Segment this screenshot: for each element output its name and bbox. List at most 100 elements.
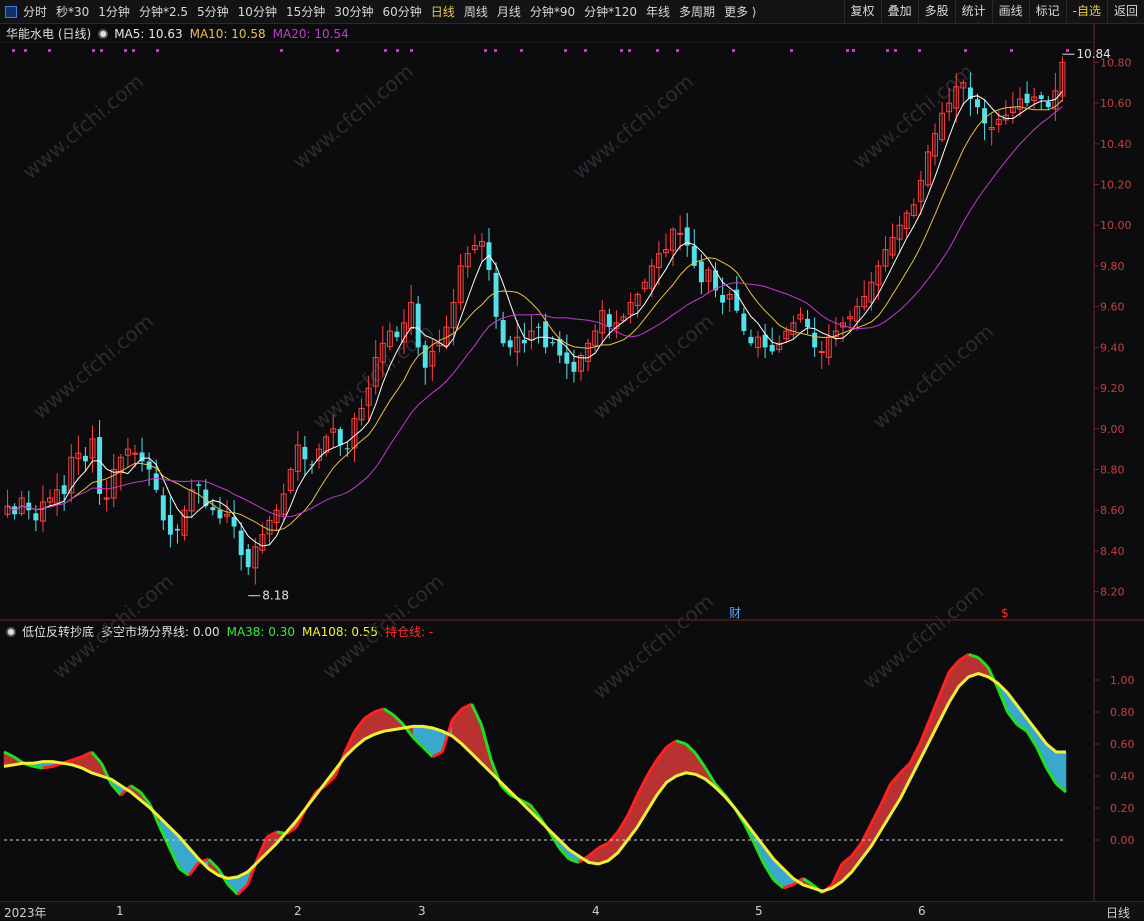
candle-body [167,515,173,535]
candle-body [769,344,775,352]
indicator-fill [676,740,687,777]
candle-body [238,530,244,555]
candle-body [975,99,980,108]
event-dollar: $ [1001,606,1009,620]
fast-line-segment [42,764,53,770]
candle-body [82,455,88,462]
signal-dot [1010,49,1013,52]
watermark-text: www.cfchi.com [848,59,978,174]
signal-dot [584,49,587,52]
watermark-text: www.cfchi.com [588,589,718,704]
candle-body [720,294,726,303]
signal-dot [484,49,487,52]
y-tick-label: 8.40 [1100,545,1125,558]
candle-body [394,331,400,338]
fast-line-segment [32,764,44,770]
candle-body [812,332,818,348]
sub-y-tick-label: 0.20 [1110,802,1135,815]
event-cai: 财 [729,606,741,620]
candle-body [564,352,570,364]
candle-body [160,495,166,521]
candle-body [606,314,612,327]
y-tick-label: 10.20 [1100,179,1132,192]
y-tick-label: 10.60 [1100,97,1132,110]
sub-y-tick-label: 0.00 [1110,834,1135,847]
chart-canvas[interactable]: www.cfchi.com www.cfchi.com www.cfchi.com w… [0,0,1144,919]
signal-dot [620,49,623,52]
signal-dot [1066,49,1069,52]
candle-body [153,473,159,490]
candle-body [231,516,237,527]
signal-dot [92,49,95,52]
candle-body [245,549,251,568]
low-marker: 8.18 [262,589,289,603]
candle-body [521,339,527,344]
candle-body [1038,95,1044,99]
signal-dot [520,49,523,52]
y-tick-label: 10.80 [1100,56,1132,69]
signal-dot [24,49,27,52]
month-label: 1 [116,904,124,918]
candle-body [493,272,499,317]
period-label: 日线 [1106,906,1131,920]
time-axis: 2023年 日线 1 2 3 4 5 6 [0,901,1144,920]
y-tick-label: 10.40 [1100,138,1132,151]
candle-body [741,313,747,332]
signal-dot [410,49,413,52]
month-label: 2 [294,904,302,918]
candle-body [344,448,350,450]
signal-dot [100,49,103,52]
candle-body [196,484,202,486]
candle-body [507,340,513,348]
signal-dot [564,49,567,52]
signal-dot [156,49,159,52]
candle-body [550,342,556,344]
candle-body [571,361,577,372]
candle-body [415,303,421,348]
candle-body [982,108,988,124]
candle-body [337,429,343,446]
watermark-text: www.cfchi.com [48,569,178,684]
month-label: 5 [755,904,763,918]
candle-body [543,321,549,348]
candle-body [422,345,428,368]
sub-y-tick-label: 0.40 [1110,770,1135,783]
signal-dot [790,49,793,52]
y-tick-label: 9.20 [1100,382,1125,395]
month-label: 4 [592,904,600,918]
y-tick-label: 10.00 [1100,219,1132,232]
candle-body [748,336,754,344]
signal-dot [894,49,897,52]
y-tick-label: 8.20 [1100,586,1125,599]
y-tick-label: 9.60 [1100,301,1125,314]
watermark-text: www.cfchi.com [288,59,418,174]
signal-dot [336,49,339,52]
signal-dot [732,49,735,52]
candle-body [302,446,308,460]
watermark-text: www.cfchi.com [568,69,698,184]
candle-body [677,232,684,235]
ma10-line [7,99,1063,531]
signal-dot [676,49,679,52]
signal-dot [494,49,497,52]
candle-body [536,326,542,328]
sub-y-tick-label: 0.80 [1110,706,1135,719]
candle-body [33,513,39,521]
candle-body [61,485,67,494]
signal-dot [48,49,51,52]
candle-body [217,509,223,519]
sub-y-tick-label: 0.60 [1110,738,1135,751]
watermarks: www.cfchi.com www.cfchi.com www.cfchi.com w… [18,59,998,704]
candle-body [174,528,180,531]
candle-body [97,437,103,494]
y-tick-label: 9.40 [1100,341,1125,354]
signal-dot [964,49,967,52]
candle-body [698,261,704,283]
signal-dot [132,49,135,52]
candle-body [500,320,506,344]
ma20-line [7,106,1063,518]
watermark-text: www.cfchi.com [28,309,158,424]
candle-body [805,318,811,327]
signal-dot [628,49,631,52]
candle-body [132,452,138,455]
